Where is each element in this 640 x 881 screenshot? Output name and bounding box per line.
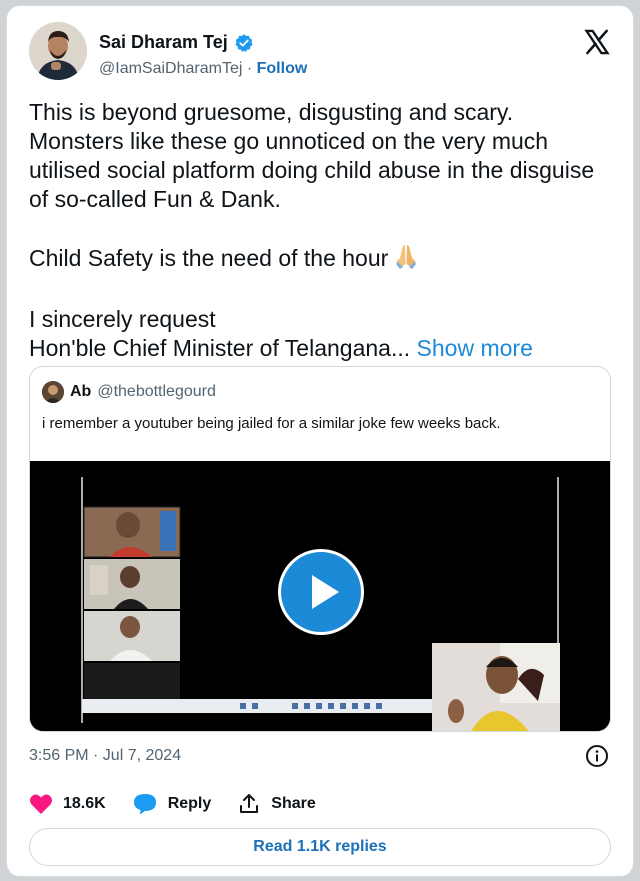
share-icon [240, 794, 259, 813]
read-replies-button[interactable]: Read 1.1K replies [29, 828, 611, 866]
author-photo [29, 22, 87, 80]
tweet-text-line: Child Safety is the need of the hour [29, 245, 389, 271]
author-handle[interactable]: @IamSaiDharamTej [99, 60, 242, 77]
quote-text: i remember a youtuber being jailed for a… [42, 415, 501, 432]
x-logo-icon[interactable] [583, 28, 611, 56]
like-count: 18.6K [63, 795, 106, 812]
reply-bubble-icon [133, 794, 156, 815]
tweet-paragraph: I sincerely request [29, 306, 216, 332]
tweet-body: This is beyond gruesome, disgusting and … [29, 98, 609, 363]
folded-hands-emoji-icon [392, 242, 420, 277]
like-button[interactable]: 18.6K [29, 793, 106, 815]
heart-icon [30, 794, 52, 814]
play-button[interactable] [278, 549, 364, 635]
tweet-text-line: Hon'ble Chief Minister of Telangana... [29, 335, 411, 361]
tweet-paragraph: Hon'ble Chief Minister of Telangana... S… [29, 334, 609, 363]
video-player[interactable] [30, 461, 610, 731]
quote-author-avatar [42, 381, 64, 403]
reply-button[interactable]: Reply [132, 792, 212, 816]
tweet-timestamp[interactable]: 3:56 PM · Jul 7, 2024 [29, 747, 181, 765]
show-more-link[interactable]: Show more [417, 335, 533, 361]
info-icon[interactable] [585, 744, 609, 768]
follow-button[interactable]: Follow [257, 60, 308, 77]
handle-separator: · [242, 60, 257, 77]
verified-badge-icon [235, 33, 253, 52]
author-avatar[interactable] [29, 22, 87, 80]
quote-author-name: Ab [70, 383, 92, 400]
tweet-paragraph: Child Safety is the need of the hour [29, 242, 609, 277]
quoted-tweet[interactable]: Ab @thebottlegourd i remember a youtuber… [29, 366, 611, 732]
tweet-card: Sai Dharam Tej @IamSaiDharamTej · Follow… [6, 5, 634, 877]
quote-author-handle: @thebottlegourd [97, 383, 216, 400]
share-label: Share [271, 795, 316, 812]
tweet-paragraph: This is beyond gruesome, disgusting and … [29, 99, 595, 212]
share-button[interactable]: Share [237, 792, 316, 816]
play-icon [312, 575, 339, 609]
reply-label: Reply [167, 795, 212, 812]
tweet-actions: 18.6K Reply Share [29, 792, 342, 816]
author-name[interactable]: Sai Dharam Tej [99, 32, 228, 53]
